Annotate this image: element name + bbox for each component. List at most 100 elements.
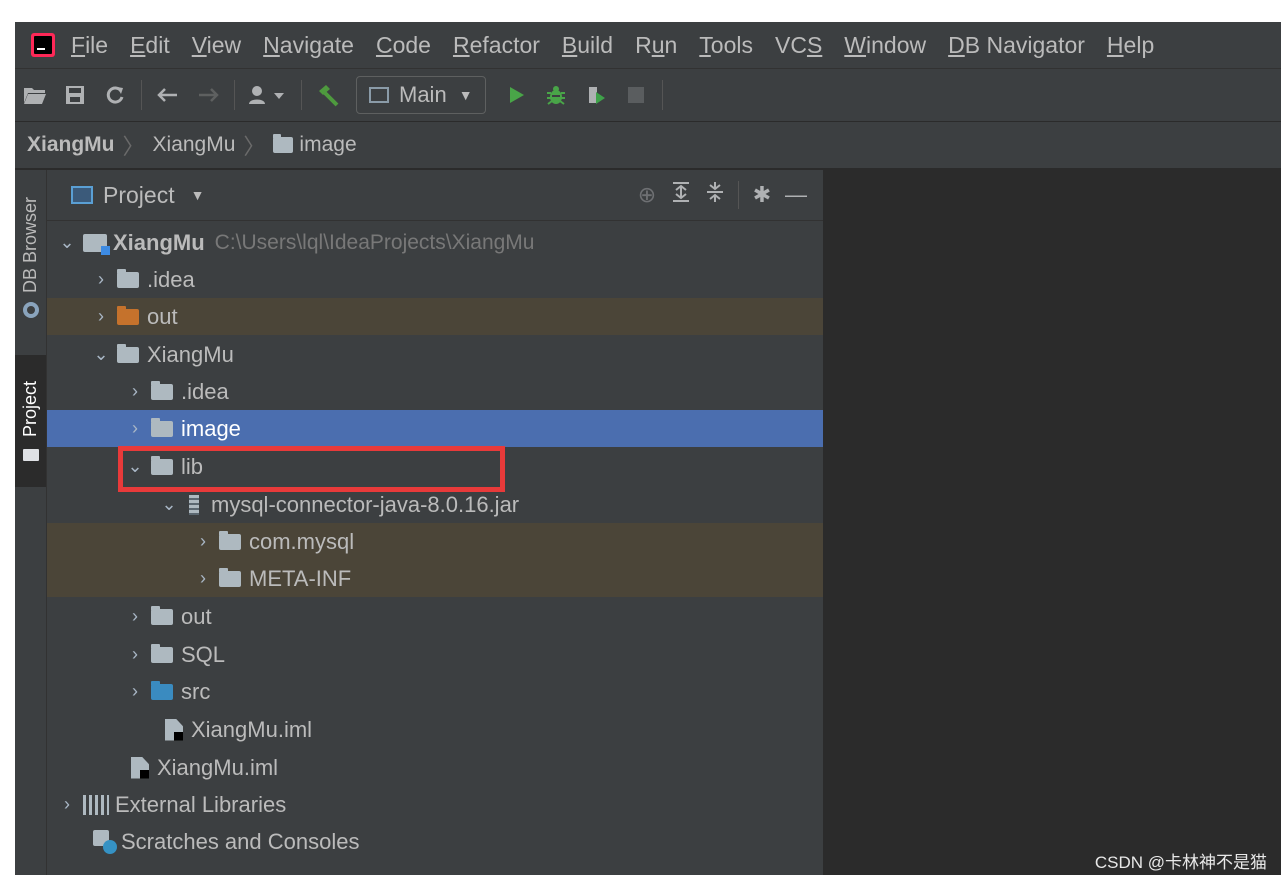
menu-window[interactable]: Window bbox=[844, 32, 926, 59]
libraries-icon bbox=[83, 794, 109, 815]
toolbar-separator bbox=[141, 80, 142, 110]
back-arrow-icon[interactable] bbox=[152, 79, 184, 111]
collapse-all-icon[interactable] bbox=[698, 181, 732, 209]
menu-bar: File Edit View Navigate Code Refactor Bu… bbox=[15, 22, 1281, 69]
chevron-right-icon[interactable]: › bbox=[125, 681, 145, 702]
menu-help[interactable]: Help bbox=[1107, 32, 1154, 59]
toolbar-separator bbox=[301, 80, 302, 110]
folder-icon bbox=[117, 268, 139, 288]
sync-icon[interactable] bbox=[99, 79, 131, 111]
folder-icon bbox=[151, 417, 173, 437]
chevron-right-icon[interactable]: › bbox=[125, 418, 145, 439]
chevron-right-icon[interactable]: › bbox=[91, 269, 111, 290]
tree-item-xiangmu[interactable]: ⌄ XiangMu bbox=[47, 336, 867, 373]
project-tool-window: Project ▼ ⊕ ✱ — ⌄ XiangMu C:\Users\lql\I… bbox=[47, 170, 969, 875]
save-icon[interactable] bbox=[59, 79, 91, 111]
folder-icon bbox=[151, 643, 173, 663]
run-with-coverage-icon[interactable] bbox=[580, 79, 612, 111]
application-config-icon bbox=[369, 87, 389, 103]
tree-item-label: .idea bbox=[181, 378, 229, 404]
tree-item-label: out bbox=[181, 603, 212, 629]
menu-vcs[interactable]: VCS bbox=[775, 32, 822, 59]
tree-item-image[interactable]: › image bbox=[47, 410, 901, 447]
chevron-right-icon[interactable]: › bbox=[125, 381, 145, 402]
menu-db-navigator[interactable]: DB Navigator bbox=[948, 32, 1085, 59]
tree-item-label: XiangMu bbox=[113, 229, 205, 255]
build-hammer-icon[interactable] bbox=[312, 79, 344, 111]
gear-icon[interactable]: ✱ bbox=[745, 182, 779, 208]
debug-bug-icon[interactable] bbox=[540, 79, 572, 111]
ide-window: File Edit View Navigate Code Refactor Bu… bbox=[15, 22, 1281, 875]
menu-refactor[interactable]: Refactor bbox=[453, 32, 540, 59]
menu-run[interactable]: Run bbox=[635, 32, 677, 59]
breadcrumb-project[interactable]: XiangMu bbox=[27, 133, 115, 157]
chevron-right-icon[interactable]: › bbox=[193, 531, 213, 552]
expand-all-icon[interactable] bbox=[664, 181, 698, 209]
chevron-right-icon[interactable]: › bbox=[125, 606, 145, 627]
run-icon[interactable] bbox=[500, 79, 532, 111]
db-browser-tab[interactable]: DB Browser bbox=[15, 178, 46, 338]
excluded-folder-icon bbox=[117, 305, 139, 325]
locate-target-icon[interactable]: ⊕ bbox=[630, 182, 664, 208]
tree-item-label: mysql-connector-java-8.0.16.jar bbox=[211, 491, 520, 517]
menu-edit[interactable]: Edit bbox=[130, 32, 170, 59]
tree-item-label: XiangMu bbox=[147, 341, 234, 367]
breadcrumb-folder[interactable]: image bbox=[299, 133, 356, 157]
left-tool-stripe: DB Browser Project bbox=[15, 170, 47, 875]
run-configuration-select[interactable]: Main ▼ bbox=[356, 76, 486, 114]
tree-item-out-nested[interactable]: › out bbox=[47, 598, 901, 635]
tree-item-xiangmu-iml[interactable]: XiangMu.iml bbox=[47, 749, 901, 786]
menu-view[interactable]: View bbox=[192, 32, 241, 59]
menu-navigate[interactable]: Navigate bbox=[263, 32, 354, 59]
project-tab-label: Project bbox=[20, 380, 40, 438]
chevron-down-icon[interactable]: ▼ bbox=[191, 187, 205, 203]
tree-item-label: src bbox=[181, 678, 211, 704]
tree-item-label: XiangMu.iml bbox=[191, 716, 313, 742]
toolbar-separator bbox=[234, 80, 235, 110]
tree-item-sql[interactable]: › SQL bbox=[47, 636, 901, 673]
project-view-selector[interactable]: Project bbox=[103, 182, 175, 209]
tree-item-label: META-INF bbox=[249, 565, 352, 591]
tree-item-label: External Libraries bbox=[115, 791, 287, 817]
project-panel-header: Project ▼ ⊕ ✱ — bbox=[47, 170, 823, 221]
chevron-right-icon[interactable]: › bbox=[125, 644, 145, 665]
user-dropdown-icon[interactable] bbox=[245, 79, 291, 111]
project-tab[interactable]: Project bbox=[15, 355, 46, 487]
folder-icon bbox=[151, 605, 173, 625]
stop-icon[interactable] bbox=[620, 79, 652, 111]
tree-item-xiangmu-iml-nested[interactable]: XiangMu.iml bbox=[47, 711, 935, 748]
menu-file[interactable]: File bbox=[71, 32, 108, 59]
tree-item-label: XiangMu.iml bbox=[157, 754, 279, 780]
tree-item-project-root[interactable]: ⌄ XiangMu C:\Users\lql\IdeaProjects\Xian… bbox=[47, 224, 833, 261]
chevron-down-icon[interactable]: ⌄ bbox=[57, 232, 77, 253]
chevron-right-icon[interactable]: › bbox=[193, 568, 213, 589]
hide-minus-icon[interactable]: — bbox=[779, 182, 813, 208]
watermark: CSDN @卡林神不是猫 bbox=[1094, 853, 1267, 872]
tree-item-out[interactable]: › out bbox=[47, 298, 867, 335]
chevron-down-icon[interactable]: ⌄ bbox=[91, 344, 111, 365]
open-folder-icon[interactable] bbox=[19, 79, 51, 111]
header-separator bbox=[738, 181, 739, 209]
chevron-down-icon[interactable]: ⌄ bbox=[159, 494, 179, 515]
tree-item-idea-nested[interactable]: › .idea bbox=[47, 373, 901, 410]
tree-item-external-libraries[interactable]: › External Libraries bbox=[47, 786, 833, 823]
package-icon bbox=[219, 530, 241, 550]
tree-item-idea[interactable]: › .idea bbox=[47, 261, 867, 298]
menu-code[interactable]: Code bbox=[376, 32, 431, 59]
menu-tools[interactable]: Tools bbox=[699, 32, 753, 59]
source-folder-icon bbox=[151, 680, 173, 700]
module-icon bbox=[83, 233, 110, 255]
tree-item-src[interactable]: › src bbox=[47, 673, 901, 710]
menu-build[interactable]: Build bbox=[562, 32, 613, 59]
breadcrumb-module[interactable]: XiangMu bbox=[153, 133, 236, 157]
run-config-label: Main bbox=[399, 82, 447, 107]
breadcrumb-separator: 〉 bbox=[243, 134, 266, 159]
breadcrumb-separator: 〉 bbox=[122, 134, 145, 159]
folder-icon bbox=[117, 343, 139, 363]
main-toolbar: Main ▼ bbox=[15, 69, 1281, 122]
tree-item-scratches[interactable]: Scratches and Consoles bbox=[47, 823, 863, 860]
forward-arrow-icon[interactable] bbox=[192, 79, 224, 111]
editor-area bbox=[823, 170, 1281, 875]
chevron-right-icon[interactable]: › bbox=[57, 794, 77, 815]
chevron-right-icon[interactable]: › bbox=[91, 306, 111, 327]
